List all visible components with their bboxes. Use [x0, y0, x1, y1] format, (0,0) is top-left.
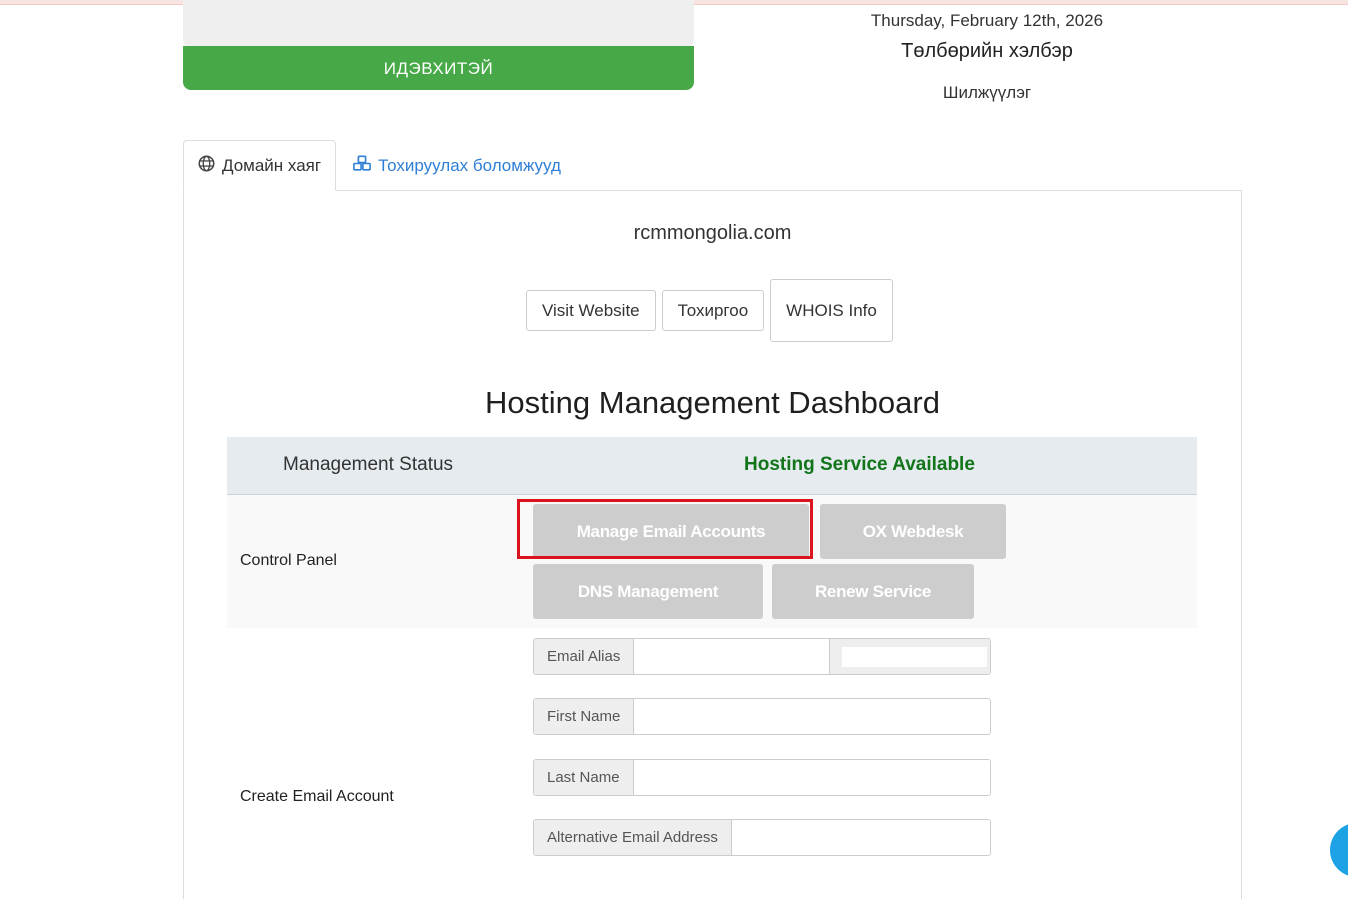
payment-method-label: Төлбөрийн хэлбэр — [901, 40, 1073, 62]
date-text: Thursday, February 12th, 2026 — [870, 11, 1104, 30]
domain-name: rcmmongolia.com — [633, 222, 792, 244]
dashboard-title: Hosting Management Dashboard — [485, 385, 940, 420]
dns-management-button[interactable]: DNS Management — [533, 564, 763, 619]
alt-email-input[interactable] — [731, 820, 990, 855]
tab-options[interactable]: Тохируулах боломжууд — [336, 140, 575, 191]
status-badge-label: ИДЭВХИТЭЙ — [383, 59, 494, 78]
first-name-addon: First Name — [534, 699, 635, 734]
domain-actions: Visit Website Тохиргоо WHOIS Info — [526, 279, 893, 342]
last-name-input[interactable] — [633, 760, 990, 795]
settings-button[interactable]: Тохиргоо — [661, 290, 765, 331]
control-panel-label: Control Panel — [240, 552, 337, 569]
management-status-value: Hosting Service Available — [744, 454, 975, 475]
alt-email-group: Alternative Email Address — [533, 819, 991, 856]
last-name-addon: Last Name — [534, 760, 634, 795]
status-card-top — [183, 0, 694, 48]
chat-widget-button[interactable] — [1330, 823, 1348, 877]
management-status-row: Management Status Hosting Service Availa… — [227, 437, 1197, 495]
email-domain-addon — [829, 639, 990, 674]
highlight-annotation — [517, 499, 813, 559]
create-email-label: Create Email Account — [240, 788, 394, 805]
status-badge: ИДЭВХИТЭЙ — [183, 46, 694, 90]
first-name-input[interactable] — [634, 699, 990, 734]
first-name-group: First Name — [533, 698, 991, 735]
globe-icon — [198, 155, 215, 177]
tab-domain[interactable]: Домайн хаяг — [183, 140, 337, 191]
cubes-icon — [353, 154, 371, 177]
management-status-label: Management Status — [283, 454, 454, 475]
payment-method-value: Шилжүүлэг — [942, 83, 1032, 102]
email-alias-input[interactable] — [634, 639, 829, 674]
visit-website-button[interactable]: Visit Website — [526, 290, 656, 331]
email-alias-group: Email Alias — [533, 638, 991, 675]
tab-bar: Домайн хаяг Тохируулах боломжууд — [183, 140, 575, 191]
email-domain-select[interactable] — [842, 646, 987, 667]
ox-webdesk-button[interactable]: OX Webdesk — [820, 504, 1006, 559]
whois-info-button[interactable]: WHOIS Info — [770, 279, 893, 342]
last-name-group: Last Name — [533, 759, 991, 796]
tab-options-label: Тохируулах боломжууд — [378, 155, 561, 175]
email-alias-addon: Email Alias — [534, 639, 635, 674]
renew-service-button[interactable]: Renew Service — [772, 564, 974, 619]
alt-email-addon: Alternative Email Address — [534, 820, 732, 855]
tab-domain-label: Домайн хаяг — [222, 155, 322, 175]
